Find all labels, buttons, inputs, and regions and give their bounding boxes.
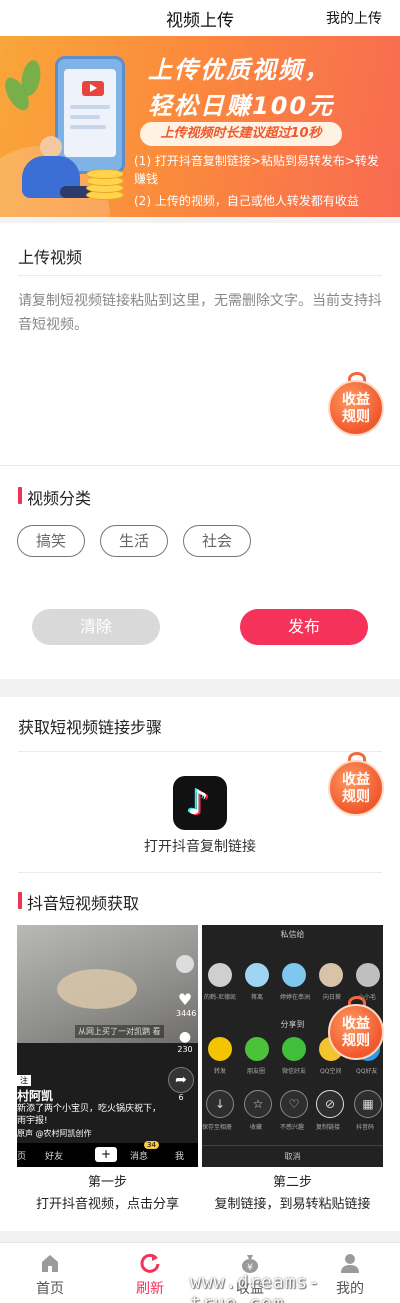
banner-headline-2: 轻松日赚100元 (148, 92, 335, 120)
category-tag-society[interactable]: 社会 (183, 525, 251, 557)
broken-heart-icon: ♡ (280, 1090, 308, 1118)
banner-headline-1: 上传优质视频， (148, 56, 330, 84)
earnings-rules-badge[interactable]: 收益 规则 (328, 752, 386, 816)
message-count-badge: 34 (144, 1141, 159, 1149)
cancel-label: 取消 (202, 1145, 383, 1167)
step1-description: 打开抖音视频，点击分享 (35, 1197, 179, 1212)
qr-code-icon: ▦ (354, 1090, 382, 1118)
step2-description: 复制链接，到易转粘贴链接 (214, 1197, 371, 1212)
contact-avatar (245, 963, 269, 987)
video-description: 新添了两个小宝贝，吃火锅庆祝下，雨宇报! (17, 1104, 162, 1126)
upload-section-title: 上传视频 (18, 248, 83, 267)
contact-avatar (282, 963, 306, 987)
video-music: 原声 @农村阿凯创作 (17, 1129, 92, 1138)
douyin-nav: 页 好友 + 消息 34 我 (17, 1141, 198, 1167)
divider (18, 872, 382, 873)
tab-refresh[interactable]: 刷新 (100, 1243, 200, 1303)
contact-avatar (356, 963, 380, 987)
comment-count: ● 230 (177, 1029, 193, 1054)
watermark: www.dreams-true.com (190, 1272, 321, 1303)
category-tag-life[interactable]: 生活 (100, 525, 168, 557)
leaf-icon (19, 58, 43, 98)
divider (0, 465, 400, 466)
video-username: 村阿凯 (17, 1089, 54, 1103)
refresh-icon (140, 1253, 160, 1273)
badge-label-1: 收益 (342, 392, 370, 408)
plus-icon: + (95, 1147, 117, 1162)
tiktok-app-icon[interactable]: ♪ (173, 776, 227, 830)
money-bag-icon: ¥ (242, 1255, 258, 1273)
heart-icon: ♥ (177, 990, 193, 1009)
banner-tip-2: (2) 上传的视频，自己或他人转发都有收益 (134, 194, 359, 208)
video-caption: 从网上买了一对凯鹦 看 (75, 1025, 164, 1038)
clear-button[interactable]: 清除 (32, 609, 160, 645)
promo-banner[interactable]: 上传优质视频， 轻松日赚100元 上传视频时长建议超过10秒 (1) 打开抖音复… (0, 36, 400, 217)
badge-label-1: 收益 (342, 1016, 370, 1032)
badge-label-2: 规则 (342, 409, 370, 425)
open-tiktok-label: 打开抖音复制链接 (144, 839, 256, 855)
publish-button[interactable]: 发布 (240, 609, 368, 645)
my-uploads-link[interactable]: 我的上传 (326, 8, 382, 28)
share-count: 6 (178, 1093, 184, 1102)
link-icon: ⊘ (316, 1090, 344, 1118)
contact-avatar (319, 963, 343, 987)
person-illustration (40, 136, 62, 158)
earnings-rules-badge[interactable]: 收益 规则 (328, 372, 386, 436)
share-sheet-header: 私信给 (280, 930, 305, 939)
douyin-section-title: 抖音短视频获取 (18, 890, 139, 914)
user-icon (341, 1254, 359, 1273)
video-link-input[interactable]: 请复制短视频链接粘贴到这里，无需删除文字。当前支持抖音短视频。 (18, 289, 384, 337)
banner-duration-tip: 上传视频时长建议超过10秒 (140, 122, 342, 146)
tab-home[interactable]: 首页 (0, 1243, 100, 1303)
step2-title: 第二步 (272, 1175, 312, 1190)
badge-label-1: 收益 (342, 772, 370, 788)
banner-tip-1: (1) 打开抖音复制链接>粘贴到易转发布>转发赚钱 (134, 154, 379, 186)
avatar (176, 955, 194, 973)
repost-icon (208, 1037, 232, 1061)
phone-illustration (55, 56, 125, 174)
home-icon (42, 1255, 58, 1272)
download-icon: ↓ (206, 1090, 234, 1118)
share-icon: ➦ (168, 1067, 194, 1093)
contact-avatar (208, 963, 232, 987)
badge-label-2: 规则 (342, 789, 370, 805)
steps-title: 获取短视频链接步骤 (18, 718, 163, 737)
wechat-icon (282, 1037, 306, 1061)
comment-icon: ● (178, 1029, 192, 1045)
play-icon (82, 81, 104, 96)
category-title: 视频分类 (18, 485, 91, 509)
like-count: ♥ 3446 (176, 990, 197, 1019)
star-icon: ☆ (244, 1090, 272, 1118)
top-bar: 视频上传 我的上传 (0, 0, 400, 36)
step1-screenshot: 从网上买了一对凯鹦 看 ♥ 3446 ● 230 ➦ 6 注 村阿凯 新添了两个小宝… (17, 925, 198, 1167)
coins-icon (86, 164, 124, 200)
divider (18, 275, 382, 276)
video-tag: 注 (17, 1075, 31, 1086)
moments-icon (245, 1037, 269, 1061)
earnings-rules-badge[interactable]: 收益 规则 (328, 996, 386, 1060)
badge-label-2: 规则 (342, 1033, 370, 1049)
step1-title: 第一步 (87, 1175, 127, 1190)
category-tag-funny[interactable]: 搞笑 (17, 525, 85, 557)
